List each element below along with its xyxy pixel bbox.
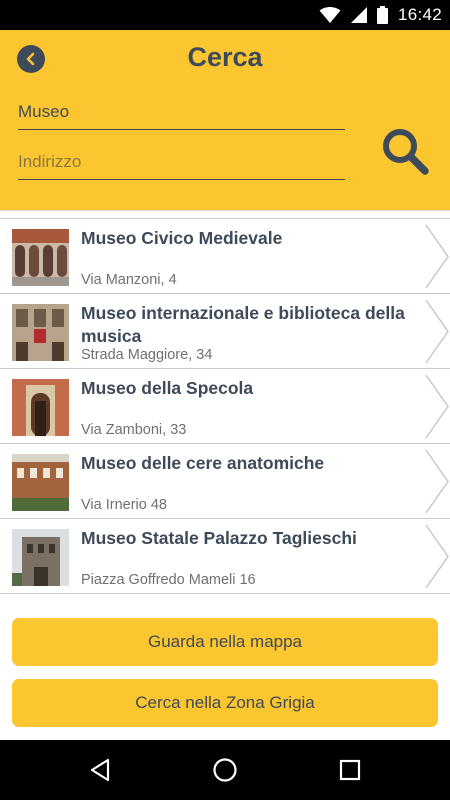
page-title: Cerca (187, 42, 263, 72)
museum-thumbnail (12, 229, 69, 286)
list-item[interactable]: Museo Statale Palazzo Taglieschi Piazza … (0, 519, 450, 594)
status-time: 16:42 (397, 5, 442, 24)
museum-name: Museo Civico Medievale (81, 228, 283, 248)
status-bar: 16:42 (0, 0, 450, 30)
home-circle-icon (213, 758, 237, 782)
museum-name: Museo della Specola (81, 378, 254, 398)
chevron-right-icon (425, 299, 449, 364)
museum-name: Museo Statale Palazzo Taglieschi (81, 528, 357, 548)
museum-name: Museo internazionale e biblioteca della … (81, 303, 405, 346)
wifi-icon (319, 7, 341, 23)
list-item[interactable]: Museo della Specola Via Zamboni, 33 (0, 369, 450, 444)
chevron-right-icon (425, 224, 449, 289)
museum-thumbnail (12, 454, 69, 511)
museum-address: Piazza Goffredo Mameli 16 (81, 572, 256, 588)
list-item[interactable]: Museo Civico Medievale Via Manzoni, 4 (0, 219, 450, 294)
museum-address: Via Irnerio 48 (81, 497, 167, 513)
battery-icon (376, 6, 388, 24)
museum-address: Strada Maggiore, 34 (81, 347, 213, 363)
museum-thumbnail (12, 304, 69, 361)
nav-back-button[interactable] (85, 755, 115, 785)
action-area: Guarda nella mappa Cerca nella Zona Grig… (0, 601, 450, 740)
system-navigation-bar (0, 740, 450, 800)
list-item-partial (0, 211, 450, 219)
chevron-right-icon (425, 449, 449, 514)
status-icons: 16:42 (319, 0, 442, 30)
nav-home-button[interactable] (210, 755, 240, 785)
magnifier-icon (383, 129, 429, 175)
search-grey-zone-button[interactable]: Cerca nella Zona Grigia (12, 679, 438, 727)
chevron-right-icon (425, 374, 449, 439)
museum-address: Via Zamboni, 33 (81, 422, 187, 438)
search-button[interactable] (378, 124, 432, 178)
museum-thumbnail (12, 379, 69, 436)
chevron-right-icon (425, 524, 449, 589)
list-item[interactable]: Museo internazionale e biblioteca della … (0, 294, 450, 369)
list-item[interactable]: Museo delle cere anatomiche Via Irnerio … (0, 444, 450, 519)
search-header: Cerca (0, 30, 450, 210)
name-search-input[interactable] (18, 94, 345, 130)
back-triangle-icon (90, 758, 110, 782)
museum-name: Museo delle cere anatomiche (81, 453, 325, 473)
museum-address: Via Manzoni, 4 (81, 272, 177, 288)
cell-signal-icon (350, 7, 367, 23)
recents-square-icon (339, 759, 361, 781)
view-on-map-button[interactable]: Guarda nella mappa (12, 618, 438, 666)
nav-recents-button[interactable] (335, 755, 365, 785)
results-list[interactable]: Museo Civico Medievale Via Manzoni, 4 Mu… (0, 210, 450, 601)
museum-thumbnail (12, 529, 69, 586)
address-input[interactable] (18, 144, 345, 180)
